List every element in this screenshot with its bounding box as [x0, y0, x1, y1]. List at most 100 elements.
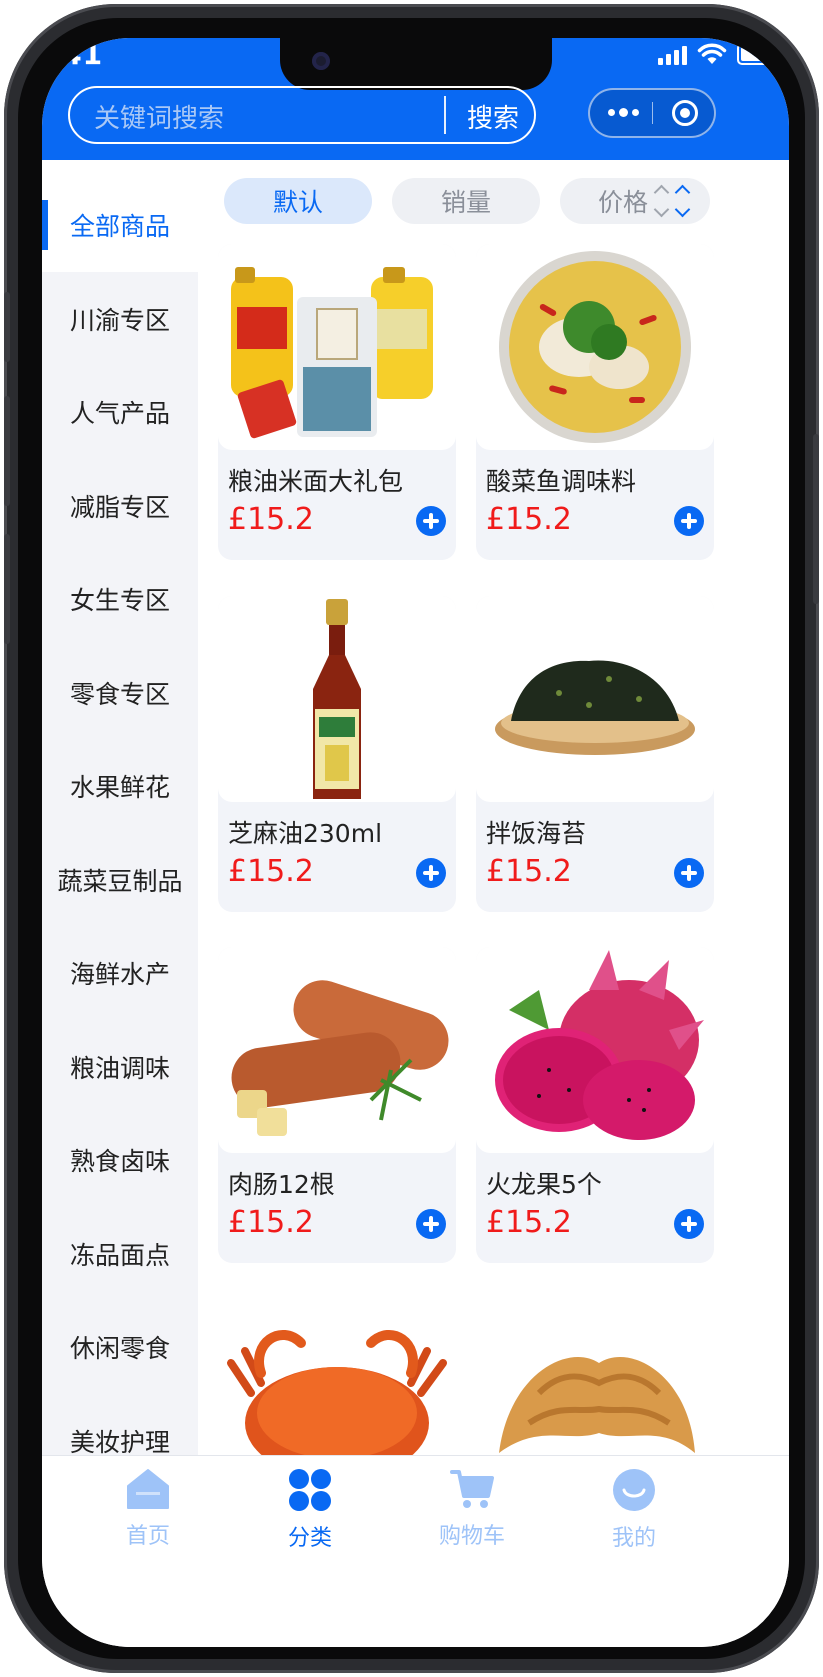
sidebar-item-label: 美妆护理: [69, 1428, 170, 1457]
profile-icon: [613, 1469, 655, 1511]
product-price: £15.2: [486, 854, 572, 889]
sidebar-item-label: 海鲜水产: [69, 960, 170, 989]
top-bar: :41 关键词搜索 搜索: [42, 38, 789, 160]
category-sidebar: 全部商品 川渝专区 人气产品 减脂专区 女生专区 零食专区 水果鲜花 蔬菜豆制品…: [42, 160, 198, 1490]
sidebar-item-label: 蔬菜豆制品: [57, 867, 183, 896]
search-divider: [444, 96, 446, 134]
volume-up-button: [4, 396, 10, 506]
sidebar-item-women[interactable]: 女生专区: [42, 552, 198, 646]
product-name: 芝麻油230ml: [228, 819, 383, 848]
add-to-cart-icon[interactable]: [416, 1209, 446, 1239]
sidebar-item-label: 休闲零食: [69, 1334, 170, 1363]
sort-tab-label: 销量: [440, 188, 491, 217]
product-image-sausages: [218, 947, 456, 1153]
tab-label: 首页: [125, 1524, 170, 1549]
sort-arrows-icon: [653, 184, 670, 218]
product-card[interactable]: 粮油米面大礼包 £15.2: [218, 244, 456, 560]
sidebar-item-leisure-snacks[interactable]: 休闲零食: [42, 1300, 198, 1394]
product-image-seaweed: [476, 596, 714, 802]
sidebar-item-popular[interactable]: 人气产品: [42, 365, 198, 459]
status-time: :41: [50, 38, 104, 71]
tab-profile[interactable]: 我的: [574, 1468, 694, 1552]
product-card[interactable]: 芝麻油230ml £15.2: [218, 596, 456, 912]
capsule-divider: [652, 102, 653, 124]
sidebar-item-label: 粮油调味: [69, 1054, 170, 1083]
phone-frame: :41 关键词搜索 搜索 全部商品 川渝专区 人气产品 减脂专区 女生专区 零食…: [4, 4, 819, 1673]
product-price: £15.2: [228, 502, 314, 537]
sidebar-item-fruit-flowers[interactable]: 水果鲜花: [42, 739, 198, 833]
mini-program-capsule: [588, 88, 716, 138]
sidebar-item-frozen[interactable]: 冻品面点: [42, 1207, 198, 1301]
bottom-tab-bar: 首页 分类 购物车 我的: [42, 1455, 789, 1647]
home-icon: [127, 1469, 169, 1509]
add-to-cart-icon[interactable]: [674, 858, 704, 888]
cart-icon: [450, 1470, 494, 1508]
add-to-cart-icon[interactable]: [674, 1209, 704, 1239]
sidebar-item-label: 女生专区: [69, 586, 170, 615]
product-list: 默认 销量 价格 粮油米面大礼包 £15.2 酸菜鱼调味料 £15.2 芝麻油2…: [198, 160, 789, 1490]
sidebar-item-deli[interactable]: 熟食卤味: [42, 1113, 198, 1207]
sort-tab-label: 默认: [272, 188, 323, 217]
power-button: [813, 434, 819, 604]
sort-arrows-icon: [674, 184, 691, 218]
sidebar-item-vegetables-tofu[interactable]: 蔬菜豆制品: [42, 833, 198, 927]
sidebar-item-label: 川渝专区: [69, 306, 170, 335]
search-bar[interactable]: 关键词搜索 搜索: [68, 86, 536, 144]
sidebar-item-label: 零食专区: [69, 680, 170, 709]
product-price: £15.2: [228, 1205, 314, 1240]
product-price: £15.2: [228, 854, 314, 889]
add-to-cart-icon[interactable]: [674, 506, 704, 536]
product-card[interactable]: 酸菜鱼调味料 £15.2: [476, 244, 714, 560]
category-icon: [289, 1469, 331, 1511]
tab-cart[interactable]: 购物车: [412, 1468, 532, 1550]
front-camera-icon: [312, 52, 330, 70]
sidebar-item-fat-loss[interactable]: 减脂专区: [42, 459, 198, 553]
search-button[interactable]: 搜索: [454, 98, 532, 135]
sidebar-item-label: 水果鲜花: [69, 773, 170, 802]
status-icons: [658, 42, 779, 66]
sort-tab-default[interactable]: 默认: [224, 178, 372, 224]
search-input[interactable]: 关键词搜索: [94, 98, 224, 135]
battery-icon: [737, 43, 779, 65]
sidebar-item-label: 全部商品: [69, 212, 170, 241]
volume-down-button: [4, 534, 10, 644]
product-card[interactable]: 火龙果5个 £15.2: [476, 947, 714, 1263]
sidebar-item-label: 人气产品: [69, 399, 170, 428]
sidebar-item-sichuan-chongqing[interactable]: 川渝专区: [42, 272, 198, 366]
product-name: 拌饭海苔: [486, 819, 587, 848]
product-price: £15.2: [486, 502, 572, 537]
sidebar-item-seafood[interactable]: 海鲜水产: [42, 926, 198, 1020]
sidebar-item-label: 减脂专区: [69, 493, 170, 522]
wifi-icon: [697, 43, 727, 64]
product-image-sesame-oil: [218, 596, 456, 802]
more-menu-icon[interactable]: [608, 108, 639, 117]
sidebar-item-label: 熟食卤味: [69, 1147, 170, 1176]
product-name: 粮油米面大礼包: [228, 467, 404, 496]
camera-notch: [280, 38, 552, 90]
product-card[interactable]: 肉肠12根 £15.2: [218, 947, 456, 1263]
tab-category[interactable]: 分类: [250, 1468, 370, 1552]
product-image-dragon-fruit: [476, 947, 714, 1153]
product-name: 火龙果5个: [486, 1170, 602, 1199]
product-name: 肉肠12根: [228, 1170, 335, 1199]
app-screen: :41 关键词搜索 搜索 全部商品 川渝专区 人气产品 减脂专区 女生专区 零食…: [42, 38, 789, 1647]
mute-switch: [4, 292, 10, 362]
sort-tab-price[interactable]: 价格: [560, 178, 710, 224]
product-image-pickled-fish-seasoning: [476, 244, 714, 450]
cellular-signal-icon: [658, 43, 687, 65]
tab-home[interactable]: 首页: [88, 1468, 208, 1550]
sidebar-item-snacks[interactable]: 零食专区: [42, 646, 198, 740]
sort-tab-sales[interactable]: 销量: [392, 178, 540, 224]
close-mini-program-icon[interactable]: [672, 100, 698, 126]
sidebar-item-label: 冻品面点: [69, 1241, 170, 1270]
add-to-cart-icon[interactable]: [416, 858, 446, 888]
sort-tab-label: 价格: [598, 188, 649, 217]
product-image-grain-oil-gift-pack: [218, 244, 456, 450]
product-card[interactable]: 拌饭海苔 £15.2: [476, 596, 714, 912]
add-to-cart-icon[interactable]: [416, 506, 446, 536]
tab-label: 购物车: [438, 1524, 505, 1549]
tab-label: 我的: [611, 1526, 656, 1551]
tab-label: 分类: [287, 1526, 332, 1551]
sidebar-item-all-products[interactable]: 全部商品: [42, 178, 198, 272]
sidebar-item-grain-oil[interactable]: 粮油调味: [42, 1020, 198, 1114]
